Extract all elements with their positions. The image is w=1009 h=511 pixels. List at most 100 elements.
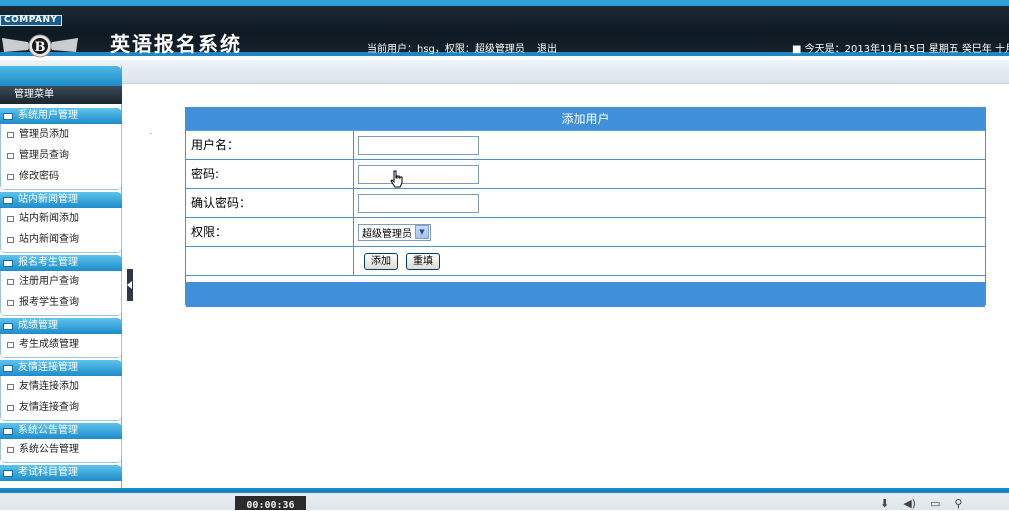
- menu-item-change-password[interactable]: 修改密码: [0, 166, 122, 187]
- doc-icon: [7, 174, 14, 180]
- form-row-permission: 权限： 超级管理员 ▼: [186, 218, 985, 247]
- date-info: ■ 今天是：2013年11月15日 星期五 癸巳年 十月: [792, 44, 1009, 55]
- permission-label: 权限：: [186, 218, 354, 246]
- system-title: 英语报名系统: [110, 32, 242, 56]
- permission-select[interactable]: 超级管理员 ▼: [358, 223, 431, 241]
- logout-link[interactable]: 退出: [537, 40, 557, 55]
- volume-icon[interactable]: ◀): [903, 497, 916, 510]
- menu-item-news-query[interactable]: 站内新闻查询: [0, 229, 122, 250]
- doc-icon: [7, 342, 14, 348]
- menu-item-links-add[interactable]: 友情连接添加: [0, 376, 122, 397]
- reset-button[interactable]: 重填: [406, 252, 440, 270]
- confirm-password-label: 确认密码：: [186, 189, 354, 217]
- menu-item-label: 站内新闻添加: [19, 213, 79, 224]
- folder-icon: [3, 113, 13, 120]
- hand-cursor-icon: [390, 170, 403, 188]
- sidebar: 管理菜单 系统用户管理 管理员添加 管理员查询 修改密码 站内新闻管理 站内新闻…: [0, 66, 122, 488]
- search-icon[interactable]: ⚲: [954, 497, 962, 510]
- menu-group-title: 系统用户管理: [18, 110, 78, 121]
- menu-group-header[interactable]: 友情连接管理: [0, 360, 122, 376]
- menu-group-title: 系统公告管理: [18, 425, 78, 436]
- folder-icon: [3, 260, 13, 267]
- folder-icon: [3, 197, 13, 204]
- menu-item-news-add[interactable]: 站内新闻添加: [0, 208, 122, 229]
- chevron-down-icon[interactable]: ▼: [415, 225, 429, 239]
- sidebar-top-bar: [0, 66, 122, 86]
- password-label: 密码:: [186, 160, 354, 188]
- doc-icon: [7, 300, 14, 306]
- sub-header-bar: [0, 60, 1009, 84]
- download-icon[interactable]: ⬇: [880, 497, 889, 510]
- username-input[interactable]: [358, 135, 479, 155]
- menu-item-label: 管理员查询: [19, 150, 69, 161]
- permission-selected-value: 超级管理员: [362, 228, 412, 240]
- menu-group: 系统用户管理 管理员添加 管理员查询 修改密码: [0, 108, 122, 190]
- menu-item-label: 报考学生查询: [19, 297, 79, 308]
- menu-group-header[interactable]: 系统用户管理: [0, 108, 122, 124]
- menu-item-label: 友情连接添加: [19, 381, 79, 392]
- menu-item-admin-add[interactable]: 管理员添加: [0, 124, 122, 145]
- doc-icon: [7, 279, 14, 285]
- menu-group-title: 考试科目管理: [18, 467, 78, 478]
- folder-icon: [3, 365, 13, 372]
- doc-icon: [7, 405, 14, 411]
- menu-group-header[interactable]: 系统公告管理: [0, 423, 122, 439]
- menu-group: 成绩管理 考生成绩管理: [0, 318, 122, 358]
- menu-group-title: 报名考生管理: [18, 257, 78, 268]
- form-row-username: 用户名：: [186, 131, 985, 160]
- window-icon[interactable]: ▭: [930, 497, 940, 510]
- menu-title: 管理菜单: [0, 86, 122, 104]
- menu-group-header[interactable]: 报名考生管理: [0, 255, 122, 271]
- menu-group-title: 成绩管理: [18, 320, 58, 331]
- taskbar-icons: ⬇ ◀) ▭ ⚲: [880, 496, 962, 510]
- current-user-info: 当前用户：hsg，权限：超级管理员: [367, 44, 525, 55]
- menu-item-announcements[interactable]: 系统公告管理: [0, 439, 122, 460]
- svg-text:B: B: [35, 40, 46, 55]
- menu-group-header[interactable]: 考试科目管理: [0, 465, 122, 481]
- folder-icon: [3, 323, 13, 330]
- form-row-actions: 添加 重填: [186, 247, 985, 276]
- sidebar-collapse-handle[interactable]: [127, 269, 133, 301]
- menu-item-label: 管理员添加: [19, 129, 69, 140]
- menu-group: 考试科目管理: [0, 465, 122, 481]
- menu-group: 报名考生管理 注册用户查询 报考学生查询: [0, 255, 122, 316]
- menu-item-registered-users[interactable]: 注册用户查询: [0, 271, 122, 292]
- menu-item-exam-students[interactable]: 报考学生查询: [0, 292, 122, 313]
- menu-group: 友情连接管理 友情连接添加 友情连接查询: [0, 360, 122, 421]
- app-header: COMPANY B 英语报名系统 当前用户：hsg，权限：超级管理员 退出 ■ …: [0, 0, 1009, 58]
- menu-group: 系统公告管理 系统公告管理: [0, 423, 122, 463]
- menu-item-label: 考生成绩管理: [19, 339, 79, 350]
- bentley-logo-icon: B: [2, 34, 78, 58]
- add-button[interactable]: 添加: [364, 252, 398, 270]
- menu-group-header[interactable]: 站内新闻管理: [0, 192, 122, 208]
- folder-icon: [3, 428, 13, 435]
- menu-item-label: 系统公告管理: [19, 444, 79, 455]
- company-label: COMPANY: [0, 15, 62, 26]
- form-row-password: 密码:: [186, 160, 985, 189]
- form-title: 添加用户: [186, 108, 985, 131]
- playback-timer: 00:00:36: [235, 496, 306, 511]
- doc-icon: [7, 132, 14, 138]
- doc-icon: [7, 216, 14, 222]
- password-input[interactable]: [358, 164, 479, 184]
- actions-spacer: [186, 247, 354, 275]
- menu-item-label: 注册用户查询: [19, 276, 79, 287]
- menu-item-label: 友情连接查询: [19, 402, 79, 413]
- menu-group-title: 友情连接管理: [18, 362, 78, 373]
- doc-icon: [7, 237, 14, 243]
- menu-item-scores[interactable]: 考生成绩管理: [0, 334, 122, 355]
- divider: [150, 133, 152, 134]
- form-row-confirm: 确认密码：: [186, 189, 985, 218]
- add-user-form: 添加用户 用户名： 密码: 确认密码： 权限： 超级管理员 ▼ 添加 重填: [185, 107, 986, 307]
- menu-group-title: 站内新闻管理: [18, 194, 78, 205]
- form-footer: [186, 283, 985, 307]
- menu-group-header[interactable]: 成绩管理: [0, 318, 122, 334]
- doc-icon: [7, 447, 14, 453]
- username-label: 用户名：: [186, 131, 354, 159]
- menu-item-label: 站内新闻查询: [19, 234, 79, 245]
- menu-item-links-query[interactable]: 友情连接查询: [0, 397, 122, 418]
- doc-icon: [7, 153, 14, 159]
- menu-item-admin-query[interactable]: 管理员查询: [0, 145, 122, 166]
- player-taskbar: [0, 488, 1009, 510]
- confirm-password-input[interactable]: [358, 193, 479, 213]
